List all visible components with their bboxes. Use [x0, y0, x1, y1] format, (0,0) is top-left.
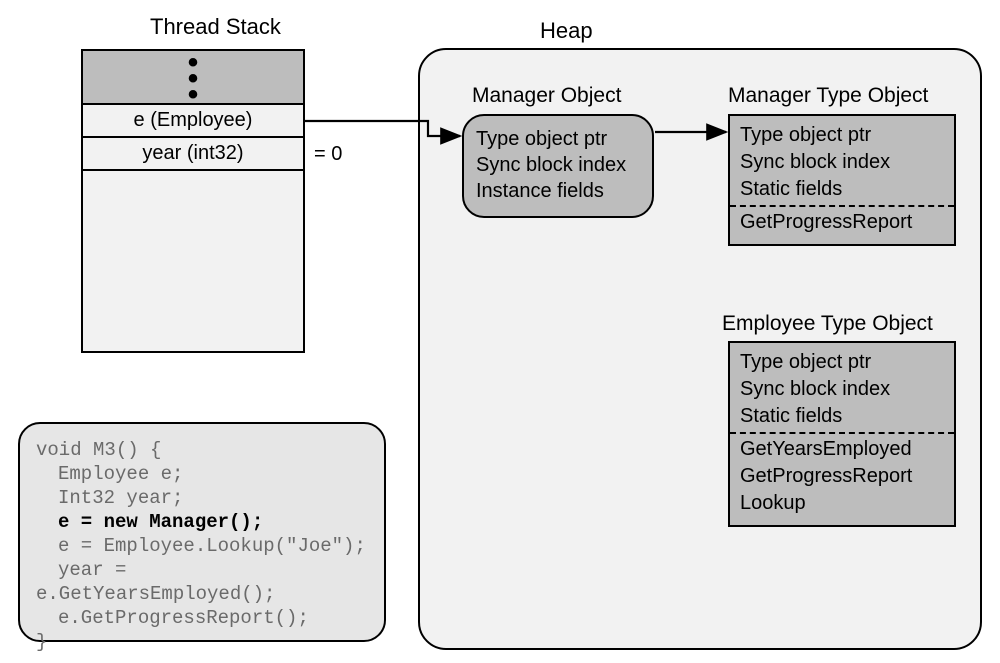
code-line-8: } [36, 630, 368, 654]
code-line-5: e = Employee.Lookup("Joe"); [36, 534, 368, 558]
code-line-6: year = e.GetYearsEmployed(); [36, 558, 368, 606]
code-line-1: void M3() { [36, 438, 368, 462]
code-line-7: e.GetProgressReport(); [36, 606, 368, 630]
code-box: void M3() { Employee e; Int32 year; e = … [18, 422, 386, 642]
code-line-4: e = new Manager(); [36, 510, 368, 534]
code-line-2: Employee e; [36, 462, 368, 486]
code-line-3: Int32 year; [36, 486, 368, 510]
